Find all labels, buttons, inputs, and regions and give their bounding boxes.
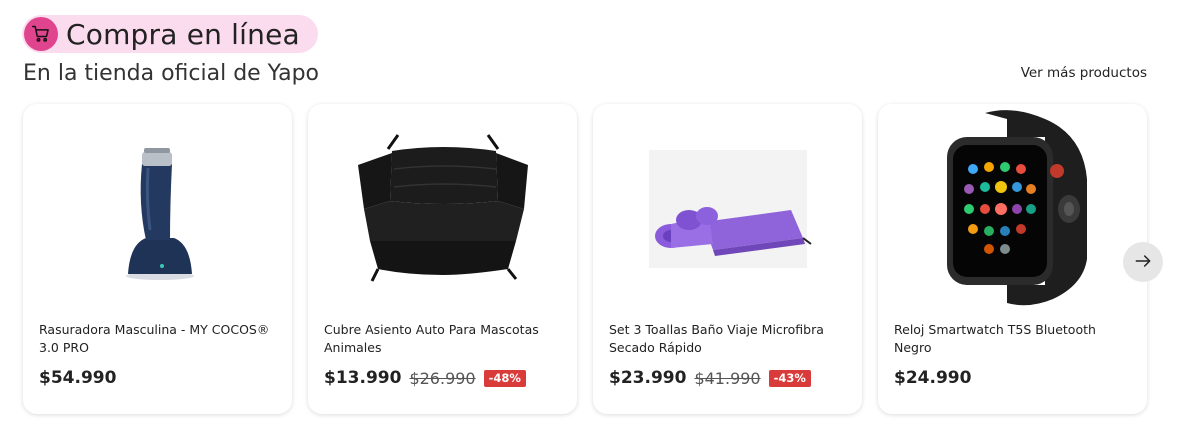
section-subtitle: En la tienda oficial de Yapo	[23, 61, 320, 86]
product-card[interactable]: Reloj Smartwatch T5S Bluetooth Negro $24…	[878, 104, 1147, 414]
product-price: $23.990	[609, 368, 687, 388]
product-name: Set 3 Toallas Baño Viaje Microfibra Seca…	[609, 322, 824, 355]
smartwatch-image	[878, 104, 1147, 314]
product-card[interactable]: Cubre Asiento Auto Para Mascotas Animale…	[308, 104, 577, 414]
product-name: Reloj Smartwatch T5S Bluetooth Negro	[894, 322, 1096, 355]
product-name: Cubre Asiento Auto Para Mascotas Animale…	[324, 322, 539, 355]
product-old-price: $26.990	[409, 368, 476, 388]
see-more-products-link[interactable]: Ver más productos	[1021, 65, 1147, 81]
product-old-price: $41.990	[694, 368, 761, 388]
product-price: $24.990	[894, 368, 972, 388]
carousel-next-button[interactable]	[1123, 242, 1163, 282]
price-row: $24.990	[894, 368, 971, 388]
discount-badge: -43%	[768, 369, 811, 387]
price-row: $13.990 $26.990 -48%	[324, 368, 526, 388]
product-name: Rasuradora Masculina - MY COCOS® 3.0 PRO	[39, 322, 270, 355]
product-card[interactable]: Rasuradora Masculina - MY COCOS® 3.0 PRO…	[23, 104, 292, 414]
product-card[interactable]: Set 3 Toallas Baño Viaje Microfibra Seca…	[593, 104, 862, 414]
shopping-cart-icon	[24, 17, 58, 51]
price-row: $54.990	[39, 368, 116, 388]
product-carousel: Rasuradora Masculina - MY COCOS® 3.0 PRO…	[23, 104, 1147, 414]
price-row: $23.990 $41.990 -43%	[609, 368, 811, 388]
trimmer-image	[23, 104, 292, 314]
discount-badge: -48%	[483, 369, 526, 387]
car-seat-cover-image	[308, 104, 577, 314]
section-badge: Compra en línea	[22, 15, 318, 53]
arrow-right-icon	[1133, 251, 1153, 274]
towels-image	[593, 104, 862, 314]
section-title: Compra en línea	[66, 17, 300, 51]
product-price: $54.990	[39, 368, 117, 388]
product-price: $13.990	[324, 368, 402, 388]
